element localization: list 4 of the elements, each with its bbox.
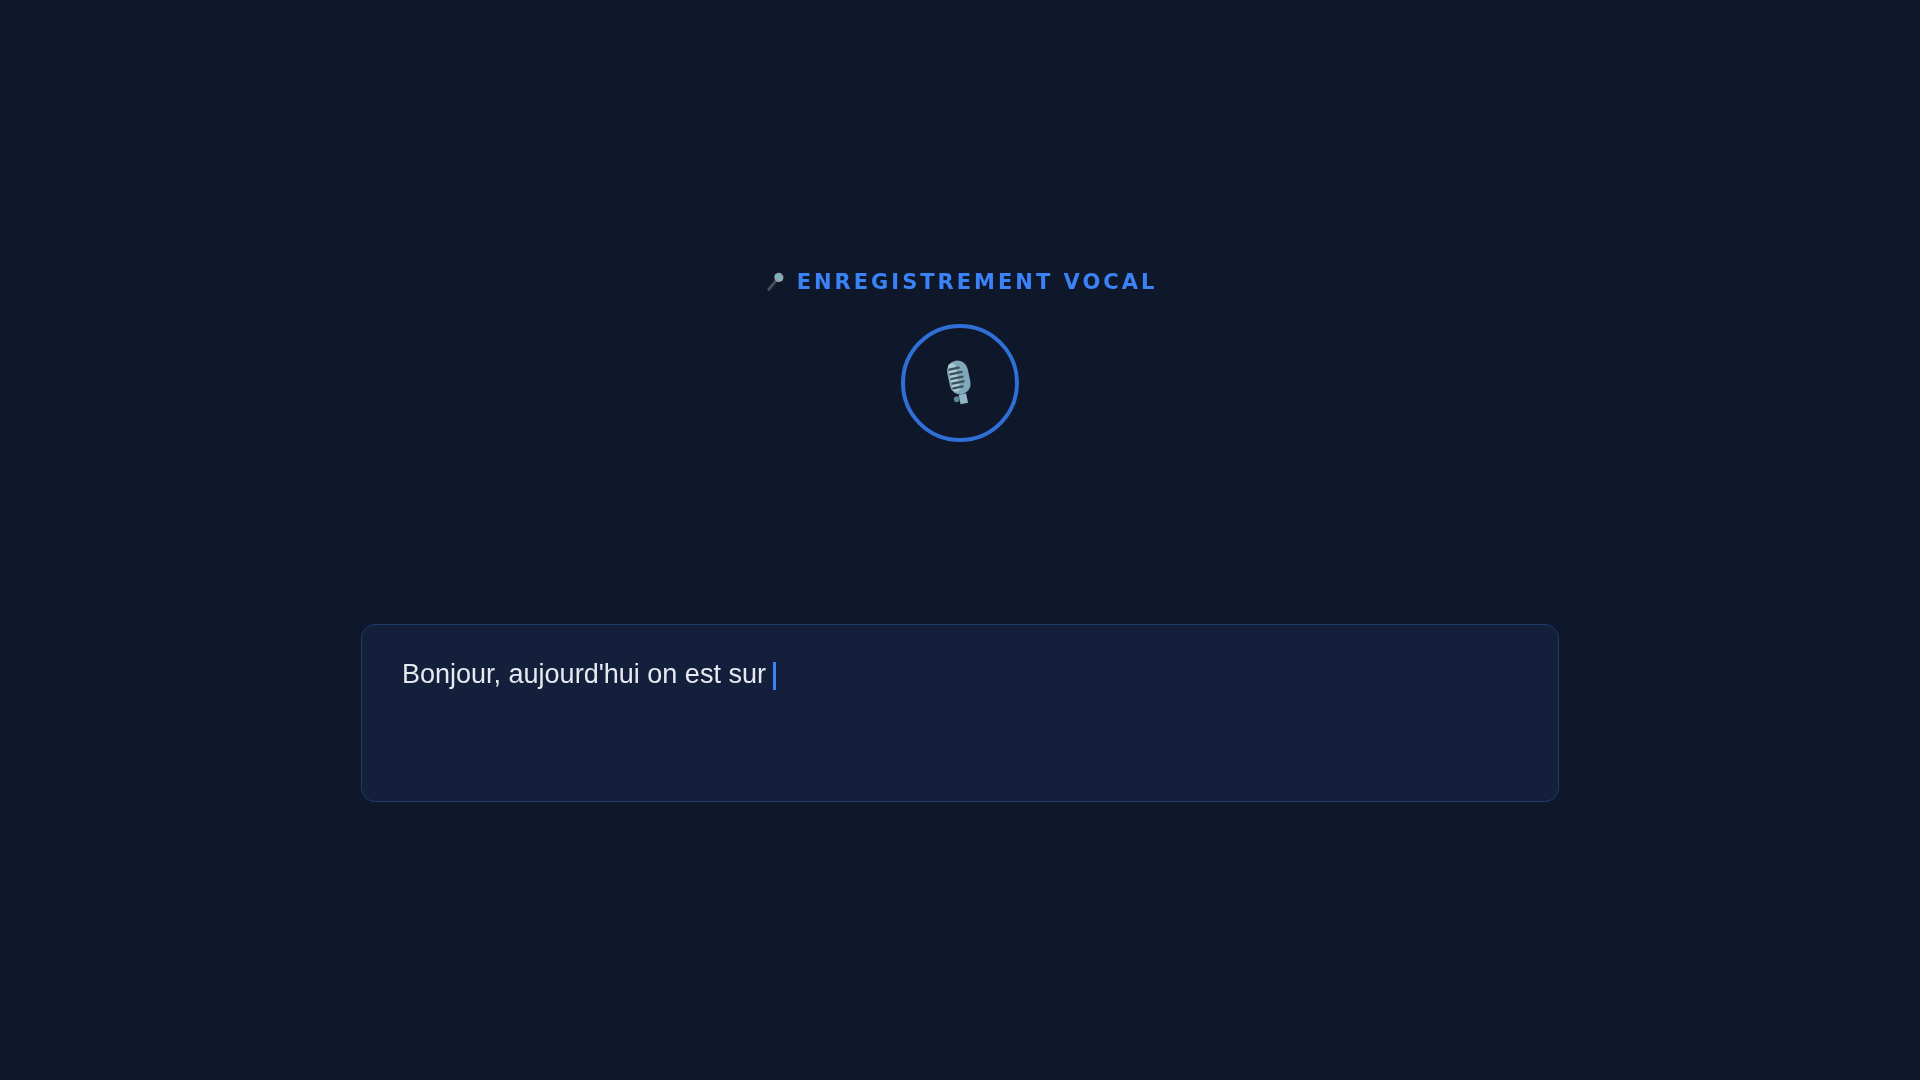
transcript-field[interactable]: Bonjour, aujourd'hui on est sur: [361, 624, 1559, 802]
section-title: ENREGISTREMENT VOCAL: [796, 270, 1158, 294]
record-button[interactable]: [901, 324, 1019, 442]
transcript-text: Bonjour, aujourd'hui on est sur: [402, 659, 767, 690]
